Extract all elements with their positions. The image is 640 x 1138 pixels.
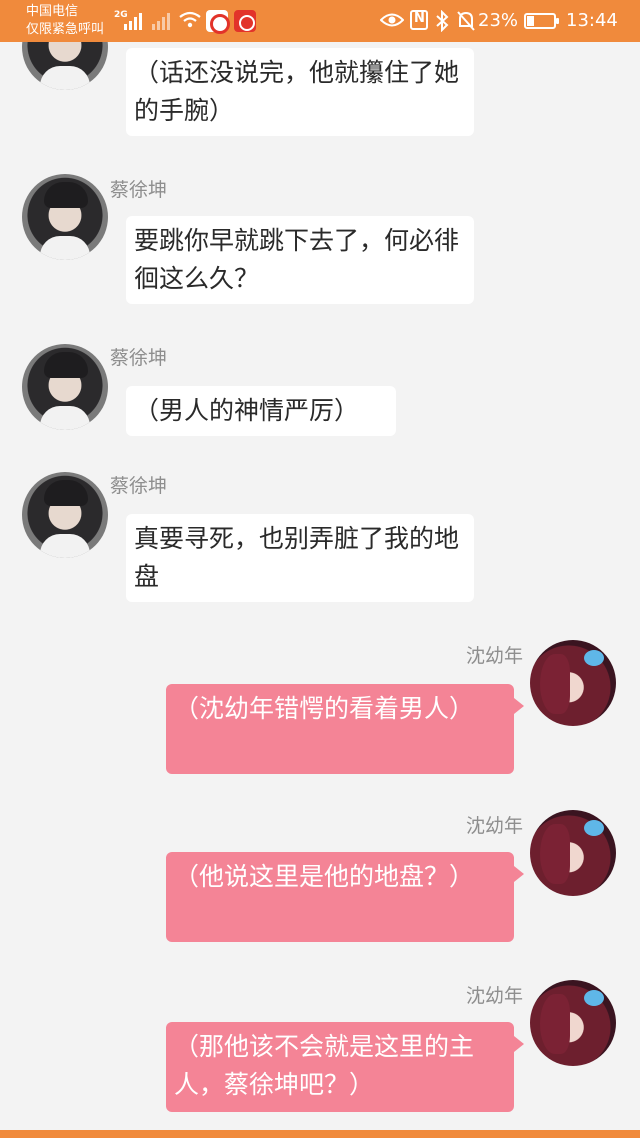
- avatar-caixukun[interactable]: [22, 344, 108, 430]
- message-bubble: （男人的神情严厉）: [126, 386, 396, 436]
- wifi-icon: [179, 11, 201, 28]
- avatar-shenyounian[interactable]: [530, 640, 616, 726]
- message-text: （男人的神情严厉）: [134, 396, 360, 425]
- message-bubble: （话还没说完，他就攥住了她的手腕）: [126, 48, 474, 136]
- news-app-icon: [206, 10, 230, 34]
- battery-percent: 23%: [478, 10, 519, 31]
- nfc-icon: [410, 10, 428, 30]
- sender-name: 蔡徐坤: [110, 347, 168, 369]
- message-text: （那他该不会就是这里的主人，蔡徐坤吧？）: [174, 1032, 475, 1099]
- avatar-shenyounian[interactable]: [530, 980, 616, 1066]
- message-bubble: （那他该不会就是这里的主人，蔡徐坤吧？）: [166, 1022, 524, 1112]
- message-text: （他说这里是他的地盘？）: [174, 862, 475, 891]
- message-text: （话还没说完，他就攥住了她的手腕）: [134, 58, 460, 125]
- clock: 13:44: [566, 10, 618, 31]
- carrier-name: 中国电信: [26, 4, 79, 19]
- avatar-shenyounian[interactable]: [530, 810, 616, 896]
- message-text: （沈幼年错愕的看着男人）: [174, 694, 475, 723]
- avatar-caixukun[interactable]: [22, 42, 108, 90]
- sender-name: 沈幼年: [466, 645, 524, 667]
- sender-name: 沈幼年: [466, 815, 524, 837]
- sender-name: 蔡徐坤: [110, 475, 168, 497]
- video-app-icon: [234, 10, 256, 32]
- message-bubble: 真要寻死，也别弄脏了我的地盘: [126, 514, 474, 602]
- message-bubble: （他说这里是他的地盘？）: [166, 852, 524, 942]
- sender-name: 沈幼年: [466, 985, 524, 1007]
- status-bar: 中国电信 仅限紧急呼叫 2G 23% 13:44: [0, 0, 640, 42]
- message-text: 要跳你早就跳下去了，何必徘徊这么久？: [134, 226, 460, 293]
- avatar-caixukun[interactable]: [22, 472, 108, 558]
- eye-comfort-icon: [380, 13, 404, 27]
- signal-icon: [124, 13, 142, 30]
- bottom-bar: [0, 1130, 640, 1138]
- sender-name: 蔡徐坤: [110, 179, 168, 201]
- avatar-caixukun[interactable]: [22, 174, 108, 260]
- carrier-status: 仅限紧急呼叫: [26, 22, 105, 37]
- chat-thread[interactable]: （话还没说完，他就攥住了她的手腕） 蔡徐坤 要跳你早就跳下去了，何必徘徊这么久？…: [0, 42, 640, 1130]
- message-bubble: （沈幼年错愕的看着男人）: [166, 684, 524, 774]
- message-text: 真要寻死，也别弄脏了我的地盘: [134, 524, 460, 591]
- signal-secondary-icon: [152, 13, 170, 30]
- bluetooth-icon: [436, 10, 449, 32]
- battery-icon: [524, 13, 559, 29]
- message-bubble: 要跳你早就跳下去了，何必徘徊这么久？: [126, 216, 474, 304]
- mute-bell-icon: [457, 11, 475, 31]
